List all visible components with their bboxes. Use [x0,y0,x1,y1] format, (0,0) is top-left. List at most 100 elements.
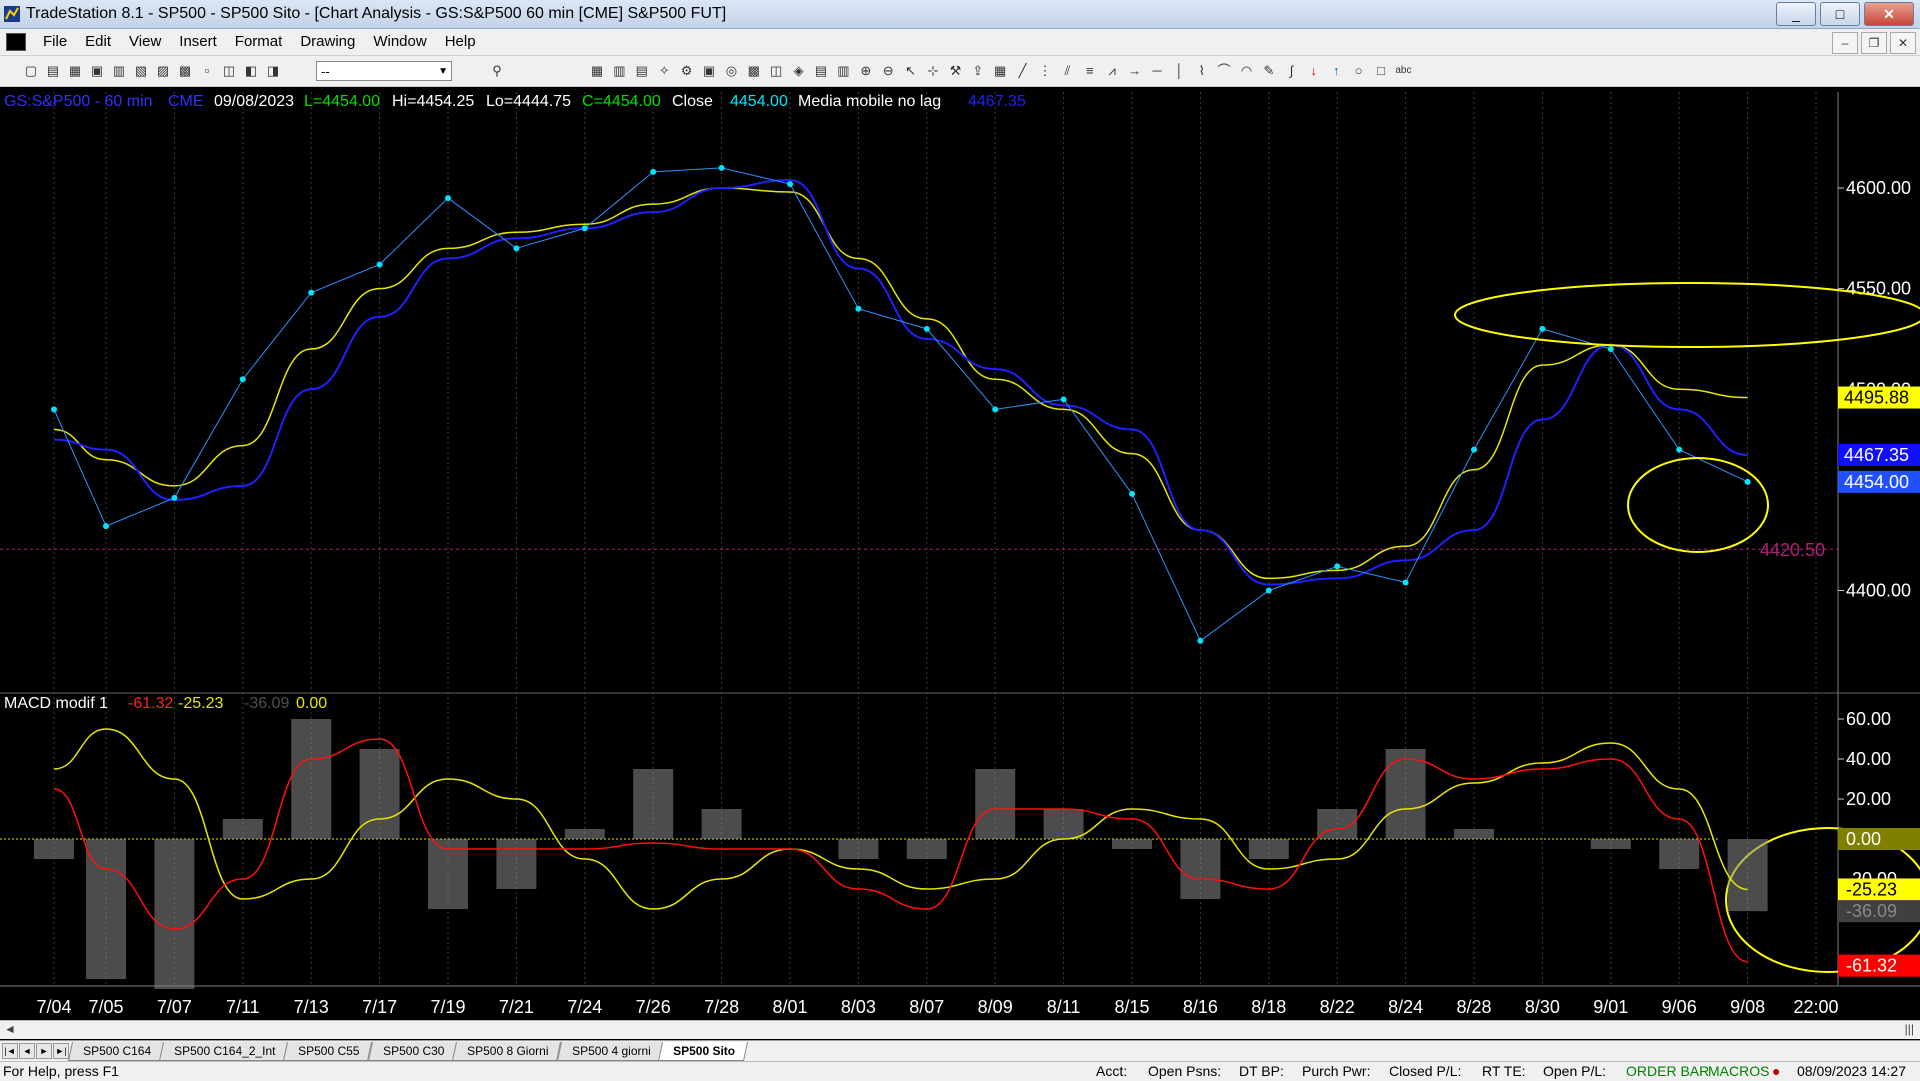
tab-prev-icon[interactable]: ◄ [19,1043,35,1059]
time-axis-label: 7/26 [636,997,671,1017]
chart-last: L=4454.00 [304,93,380,110]
status-open-psns: Open Psns: [1148,1063,1222,1079]
chart-canvas[interactable]: GS:S&P500 - 60 min CME 09/08/2023 L=4454.00… [0,0,1920,1020]
sheet-tab[interactable]: SP500 C55 [283,1042,373,1061]
horizontal-scrollbar[interactable]: ◄ ||| [0,1020,1920,1039]
price-point [171,494,178,501]
time-axis-label: 7/13 [294,997,329,1017]
price-point [787,180,793,187]
chart-symbol: GS:S&P500 - 60 min [4,93,153,110]
price-point [1402,579,1409,586]
time-axis-label: 7/04 [36,997,71,1017]
macd-zero-marker: 0.00 [1846,829,1881,849]
macd-v2: -25.23 [178,695,223,712]
macd-v4: 0.00 [296,695,327,712]
price-point [1265,587,1272,594]
macd-axis-label: 60.00 [1846,709,1891,729]
chart-low: Lo=4444.75 [486,93,571,110]
status-acct: Acct: [1096,1063,1128,1079]
workspace-tabs: |◄ ◄ ► ►| SP500 C164 SP500 C164_2_Int SP50… [0,1040,1920,1061]
status-dot-icon: ● [1772,1063,1781,1079]
time-axis-label: 7/24 [567,997,602,1017]
macd-v3: -36.09 [244,695,289,712]
price-point [308,289,315,296]
chart-close-val: C=4454.00 [582,93,661,110]
sheet-tab[interactable]: SP500 4 giorni [556,1042,664,1061]
yellow-ma-line [53,187,1748,580]
time-axis-label: 8/22 [1320,997,1355,1017]
price-line [53,167,1748,642]
price-point [239,376,246,383]
price-point [581,225,588,232]
sheet-tab[interactable]: SP500 Sito [658,1042,749,1061]
price-point [103,523,109,530]
time-axis-label: 8/03 [841,997,876,1017]
status-dt-bp: DT BP: [1239,1063,1284,1079]
macd-signal-marker: -25.23 [1846,879,1897,899]
chart-indicator-name: Media mobile no lag [798,93,941,110]
macd-histogram-bar [496,839,537,889]
order-bar-button[interactable]: ORDER BAR [1626,1063,1709,1079]
time-axis-label: 8/09 [978,997,1013,1017]
hline-label: 4420.50 [1760,540,1825,560]
time-axis-label: 7/17 [362,997,397,1017]
time-axis-label: 7/11 [226,997,260,1017]
sheet-tab-label: SP500 C30 [382,1044,445,1058]
time-axis-label: 8/30 [1525,997,1560,1017]
price-point [1197,637,1204,644]
scroll-right-icon[interactable]: ||| [1905,1022,1914,1036]
macd-histogram-bar [1385,749,1426,839]
yellow-ma-marker: 4495.88 [1844,388,1909,408]
price-axis-label: 4400.00 [1846,581,1911,601]
price-point [1129,490,1135,497]
tab-next-icon[interactable]: ► [36,1043,52,1059]
macd-histogram-bar [291,719,332,839]
tab-first-icon[interactable]: |◄ [2,1043,18,1059]
scroll-left-icon[interactable]: ◄ [4,1022,16,1036]
macd-histogram-bar [975,769,1016,839]
time-axis-label: 8/15 [1114,997,1149,1017]
time-axis-label: 7/28 [704,997,739,1017]
macd-histogram-bar [633,769,674,839]
macd-histogram-bar [222,819,263,839]
time-axis-label: 9/08 [1730,997,1765,1017]
price-point [923,325,930,332]
sheet-tab-label: SP500 C164 [83,1044,152,1058]
sheet-tab-label: SP500 4 giorni [571,1044,651,1058]
chart-indicator-value: 4467.35 [968,93,1026,110]
status-purch-pwr: Purch Pwr: [1302,1063,1371,1079]
tab-last-icon[interactable]: ►| [53,1043,69,1059]
macd-histogram-bar [1727,839,1768,912]
price-point [1471,446,1477,453]
time-axis-label: 7/21 [499,997,534,1017]
macd-hist-marker: -36.09 [1846,901,1897,921]
macd-axis-label: 40.00 [1846,749,1891,769]
price-point [1744,478,1751,485]
time-axis-label: 8/28 [1456,997,1491,1017]
macd-histogram-bar [1454,829,1494,839]
time-axis-label: 7/05 [88,997,123,1017]
macd-histogram-bar [34,839,74,859]
status-rt-te: RT TE: [1482,1063,1526,1079]
macd-histogram-bar [154,839,195,989]
price-point [1676,446,1683,453]
blue-ma-line [53,178,1748,586]
price-axis-label: 4600.00 [1846,178,1911,198]
help-text: For Help, press F1 [3,1063,119,1079]
price-point [513,245,520,252]
time-axis-label: 8/11 [1047,997,1081,1017]
sheet-tab[interactable]: SP500 C164 [67,1042,165,1061]
macros-button[interactable]: MACROS [1708,1063,1769,1079]
price-point [376,261,383,268]
sheet-tab[interactable]: SP500 8 Giorni [452,1042,562,1061]
chart-high: Hi=4454.25 [392,93,474,110]
time-axis-label: 22:00 [1793,997,1838,1017]
sheet-tab[interactable]: SP500 C30 [367,1042,458,1061]
price-point [718,164,725,171]
macd-histogram-bar [1043,809,1084,839]
sheet-tab[interactable]: SP500 C164_2_Int [159,1042,289,1061]
macd-histogram-bar [1248,839,1289,859]
macd-histogram-bar [1112,839,1152,849]
macd-name: MACD modif 1 [4,695,108,712]
status-closed-pl: Closed P/L: [1389,1063,1462,1079]
